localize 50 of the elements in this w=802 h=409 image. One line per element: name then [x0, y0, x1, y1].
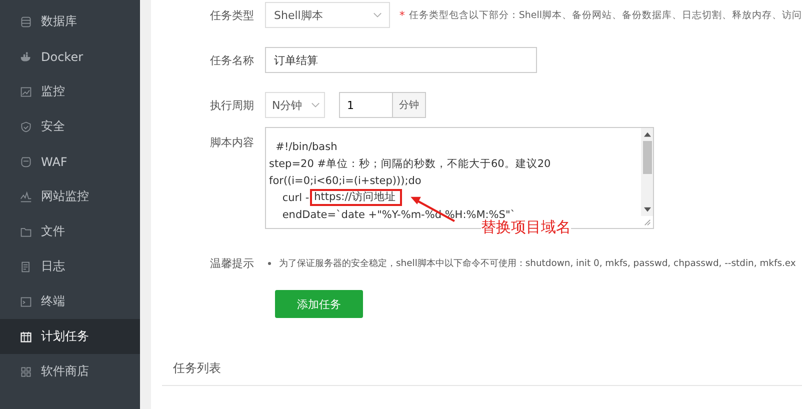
caret-icon [311, 102, 320, 108]
scroll-down-icon [644, 207, 650, 212]
period-select[interactable]: N分钟 [265, 92, 325, 118]
hint-text: 任务类型包含以下部分：Shell脚本、备份网站、备份数据库、日志切割、释放内存、访问 [408, 8, 802, 22]
code-line: #!/bin/bash [274, 140, 338, 152]
folder-icon [20, 226, 32, 238]
unit-addon: 分钟 [392, 92, 426, 118]
resize-grip-icon [644, 219, 651, 226]
nav-item[interactable]: 数据库 [0, 4, 140, 39]
shieldbox-icon [20, 156, 32, 168]
nav-item[interactable]: 监控 [0, 74, 140, 109]
field-label: 执行周期 [209, 98, 255, 112]
nav-item[interactable]: 安全 [0, 109, 140, 144]
nav-item[interactable]: WAF [0, 144, 140, 179]
code-line: step=20 #单位：秒；间隔的秒数，不能大于60。建议20 [269, 156, 551, 170]
caret-icon [373, 12, 382, 18]
database-icon [20, 16, 32, 28]
code-line: endDate=`date +"%Y-%m-%d %H:%M:%S"` [281, 208, 516, 220]
code-line: for((i=0;i<60;i=(i+step)));do [269, 174, 422, 186]
field-label: 温馨提示 [209, 256, 255, 271]
tip-text: 为了保证服务器的安全稳定，shell脚本中以下命令不可使用：shutdown, init 0, mkfs, passwd, chpasswd, --stdin, mkfs.ex [279, 257, 796, 270]
log-icon [20, 260, 32, 272]
nav-item[interactable]: 日志 [0, 249, 140, 284]
calendar-icon [20, 330, 32, 342]
section-title: 任务列表 [173, 361, 221, 375]
nav-item[interactable]: 计划任务 [0, 319, 140, 354]
nav-item[interactable]: 终端 [0, 284, 140, 319]
nav-item[interactable]: 网站监控 [0, 179, 140, 214]
chart-icon [20, 86, 32, 98]
scrollbar[interactable] [641, 128, 653, 216]
pulse-icon [20, 190, 32, 202]
whale-icon [20, 50, 32, 62]
annotation-text: 替换项目域名 [481, 218, 571, 236]
highlighted-url: https://访问地址 [310, 189, 402, 206]
nav-item[interactable]: Docker [0, 39, 140, 74]
shield-icon [20, 120, 32, 132]
grid-icon [20, 366, 32, 378]
required-mark: * [399, 8, 405, 22]
field-label: 任务名称 [209, 52, 255, 68]
scrollbar-thumb[interactable] [642, 141, 652, 174]
task-name-field[interactable]: 订单结算 [265, 47, 537, 73]
minutes-field[interactable]: 1 [339, 92, 392, 118]
scroll-up-icon [644, 132, 650, 137]
nav-item[interactable]: 文件 [0, 214, 140, 249]
terminal-icon [20, 296, 32, 308]
task-type-select[interactable]: Shell脚本 [265, 2, 390, 28]
field-label: 脚本内容 [209, 135, 255, 150]
code-line: curl - [281, 192, 310, 204]
nav-item[interactable]: 软件商店 [0, 354, 140, 389]
field-label: 任务类型 [209, 8, 255, 22]
